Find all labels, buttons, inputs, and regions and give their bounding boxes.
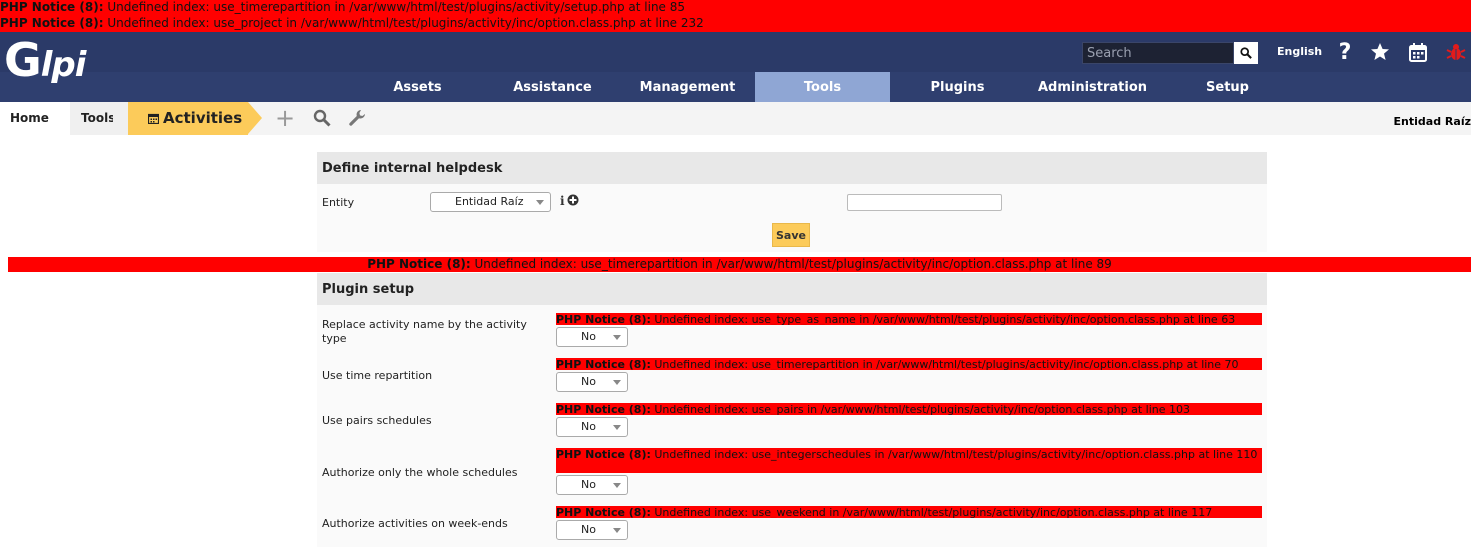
menu-plugins[interactable]: Plugins [890,72,1025,102]
notice-label: PHP Notice (8): [556,403,651,415]
php-notice-inline: PHP Notice (8): Undefined index: use_wee… [556,506,1262,518]
menu-administration[interactable]: Administration [1025,72,1160,102]
option-label: Authorize activities on week-ends [322,517,508,530]
option-select-weekend[interactable]: No [556,520,628,540]
plugin-setup-header: Plugin setup [317,273,1267,305]
notice-message: Undefined index: use_integerschedules in… [650,448,1258,461]
select-value: No [581,478,596,491]
php-notice-inline: PHP Notice (8): Undefined index: use_typ… [556,313,1262,325]
main-menu: Assets Assistance Management Tools Plugi… [350,72,1295,102]
php-notice-banner: PHP Notice (8): Undefined index: use_tim… [0,0,1471,16]
notice-message: Undefined index: use_project in /var/www… [103,16,704,30]
breadcrumb-activities[interactable]: Activities [128,102,248,135]
php-notice-inline: PHP Notice (8): Undefined index: use_pai… [556,403,1262,415]
menu-setup[interactable]: Setup [1160,72,1295,102]
notice-label: PHP Notice (8): [556,313,651,325]
notice-message: Undefined index: use_type_as_name in /va… [650,313,1236,325]
help-icon[interactable]: ? [1333,40,1357,65]
add-icon[interactable]: + [274,104,296,132]
entity-label: Entity [322,196,355,209]
notice-label: PHP Notice (8): [556,358,651,370]
glpi-logo[interactable]: Glpi [4,37,87,85]
notice-label: PHP Notice (8): [556,448,651,461]
entity-value: Entidad Raíz [455,195,524,208]
select-value: No [581,420,596,433]
select-value: No [581,330,596,343]
search-input[interactable] [1082,42,1234,64]
chevron-down-icon [613,425,621,430]
search-box [1082,42,1258,64]
notice-message: Undefined index: use_pairs in /var/www/h… [650,403,1190,415]
option-select-integerschedules[interactable]: No [556,475,628,495]
notice-message: Undefined index: use_timerepartition in … [103,0,686,14]
breadcrumb: Activities Tools Home [0,102,1471,135]
option-select-timerepartition[interactable]: No [556,372,628,392]
star-icon[interactable] [1368,40,1392,64]
chevron-down-icon [613,380,621,385]
select-value: No [581,523,596,536]
chevron-down-icon [613,335,621,340]
language-selector[interactable]: English [1277,45,1322,58]
menu-assets[interactable]: Assets [350,72,485,102]
option-label: Authorize only the whole schedules [322,466,518,479]
notice-label: PHP Notice (8): [0,0,104,14]
php-notice-banner: PHP Notice (8): Undefined index: use_tim… [8,257,1471,272]
chevron-down-icon [536,200,544,205]
bug-icon[interactable] [1444,40,1468,64]
calendar-icon[interactable] [1406,40,1430,64]
menu-assistance[interactable]: Assistance [485,72,620,102]
search-icon [1240,47,1252,59]
logo-g: G [4,33,42,87]
save-button[interactable]: Save [772,223,810,247]
chevron-down-icon [613,483,621,488]
php-notice-inline: PHP Notice (8): Undefined index: use_tim… [556,358,1262,370]
option-label: Use pairs schedules [322,414,432,427]
active-entity[interactable]: Entidad Raíz [1394,115,1471,128]
notice-message: Undefined index: use_timerepartition in … [650,358,1239,370]
php-notice-inline: PHP Notice (8): Undefined index: use_int… [556,448,1262,473]
option-label: Use time repartition [322,369,433,382]
select-value: No [581,375,596,388]
breadcrumb-arrow [248,102,262,134]
php-notice-banner: PHP Notice (8): Undefined index: use_pro… [0,16,1471,32]
menu-management[interactable]: Management [620,72,755,102]
breadcrumb-label: Activities [163,109,243,127]
search-list-icon[interactable] [311,107,333,129]
option-label: Replace activity name by the activity ty… [322,318,527,345]
notice-label: PHP Notice (8): [556,506,651,518]
helpdesk-section-header: Define internal helpdesk [317,152,1267,184]
breadcrumb-arrow [56,102,70,134]
chevron-down-icon [613,528,621,533]
entity-select[interactable]: Entidad Raíz [430,192,551,212]
helpdesk-text-field[interactable] [847,194,1002,211]
breadcrumb-arrow [113,102,127,134]
notice-message: Undefined index: use_timerepartition in … [470,257,1112,271]
logo-text: lpi [40,45,87,85]
wrench-icon[interactable] [346,107,368,129]
search-button[interactable] [1234,42,1258,64]
notice-label: PHP Notice (8): [0,16,104,30]
plus-circle-icon[interactable] [567,194,579,206]
option-select-pairs[interactable]: No [556,417,628,437]
notice-label: PHP Notice (8): [367,257,471,271]
notice-message: Undefined index: use_weekend in /var/www… [650,506,1213,518]
calendar-small-icon [147,113,160,125]
info-icon[interactable]: i [560,194,565,208]
menu-tools[interactable]: Tools [755,72,890,102]
option-select-type-as-name[interactable]: No [556,327,628,347]
